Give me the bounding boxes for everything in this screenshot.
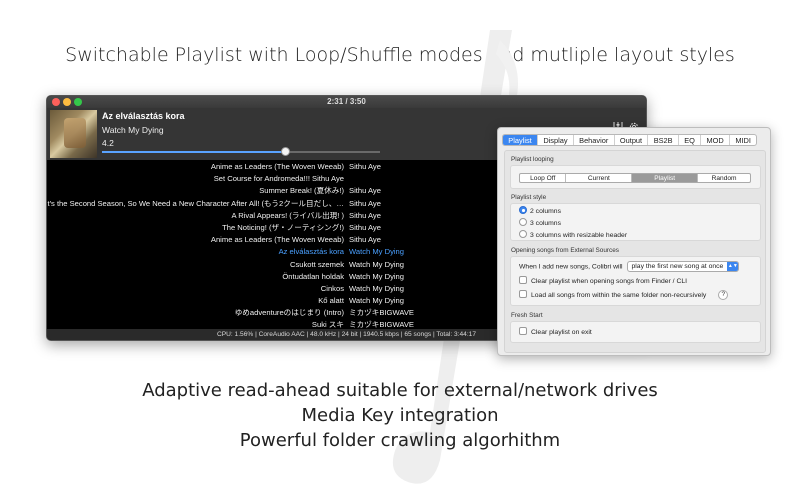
- clear-on-exit-label: Clear playlist on exit: [531, 329, 592, 336]
- help-button[interactable]: ?: [718, 290, 729, 301]
- style-option-label: 3 columns with resizable header: [530, 232, 628, 239]
- progress-knob[interactable]: [281, 147, 291, 156]
- chevron-updown-icon: ▲▼: [727, 262, 739, 271]
- track-title: ゆめadventureのはじまり (Intro): [234, 308, 344, 318]
- track-title: Öntudatlan holdak: [282, 271, 344, 281]
- track-title: Anime as Leaders (The Woven Weeab): [210, 162, 344, 171]
- fresh-section-label: Fresh Start: [511, 312, 543, 319]
- checkbox-icon[interactable]: [519, 327, 527, 336]
- looping-option-playlist[interactable]: Playlist: [631, 174, 698, 182]
- track-title: Set Course for Andromeda!!! Sithu Aye: [213, 174, 344, 184]
- track-artist: Watch My Dying: [349, 247, 404, 257]
- settings-tabs: Playlist Display Behavior Output BS2B EQ MOD MI…: [502, 134, 758, 146]
- style-option-row[interactable]: 3 columns with resizable header: [519, 230, 627, 241]
- clear-playlist-label: Clear playlist when opening songs from F…: [531, 278, 688, 285]
- track-artist: Watch My Dying: [349, 296, 404, 306]
- title-bar: 2:31 / 3:50: [47, 96, 646, 108]
- now-playing-artist: Watch My Dying: [102, 125, 164, 135]
- track-title: Anime as Leaders (The Woven Weeab): [210, 235, 344, 245]
- track-artist: Sithu Aye: [349, 210, 381, 220]
- looping-option-loop-off[interactable]: Loop Off: [520, 174, 565, 182]
- style-section-label: Playlist style: [511, 194, 547, 201]
- track-artist: Sithu Aye: [349, 186, 381, 196]
- track-artist: Sithu Aye: [349, 162, 381, 171]
- tab-behavior[interactable]: Behavior: [572, 135, 614, 145]
- tab-bs2b[interactable]: BS2B: [647, 135, 678, 145]
- tab-display[interactable]: Display: [537, 135, 573, 145]
- tab-midi[interactable]: MIDI: [729, 135, 756, 145]
- track-title: Summer Break! (夏休み!): [259, 186, 344, 196]
- add-songs-label: When I add new songs, Colibri will: [519, 263, 623, 271]
- looping-option-random[interactable]: Random: [697, 174, 750, 182]
- radio-icon[interactable]: [519, 206, 527, 215]
- radio-icon[interactable]: [519, 218, 527, 227]
- external-section-label: Opening songs from External Sources: [511, 247, 619, 254]
- feature-line: Powerful folder crawling algorhithm: [239, 430, 561, 451]
- load-folder-check-row[interactable]: Load all songs from within the same fold…: [519, 290, 729, 301]
- progress-bar[interactable]: [102, 147, 380, 156]
- time-display: 2:31 / 3:50: [327, 97, 366, 106]
- track-title: Csukott szemek: [289, 259, 344, 269]
- track-title: Kő alatt: [318, 296, 344, 306]
- load-folder-label: Load all songs from within the same fold…: [531, 292, 707, 299]
- style-box: 2 columns 3 columns 3 columns with resizab…: [510, 203, 761, 241]
- clear-on-exit-check-row[interactable]: Clear playlist on exit: [519, 327, 592, 338]
- tab-eq[interactable]: EQ: [677, 135, 700, 145]
- feature-line: Adaptive read-ahead suitable for externa…: [142, 380, 658, 401]
- album-artwork: [50, 110, 97, 158]
- checkbox-icon[interactable]: [519, 276, 527, 285]
- feature-list: Adaptive read-ahead suitable for externa…: [0, 378, 800, 453]
- track-artist: ミカヅキBIGWAVE: [349, 308, 414, 318]
- settings-content: Playlist looping Loop Off Current Playlist…: [504, 150, 766, 353]
- tab-mod[interactable]: MOD: [700, 135, 729, 145]
- style-option-row[interactable]: 3 columns: [519, 218, 561, 229]
- add-songs-select-value: play the first new song at once: [631, 263, 724, 270]
- track-artist: Watch My Dying: [349, 259, 404, 269]
- external-box: When I add new songs, Colibri will play t…: [510, 256, 761, 306]
- now-playing-number: 4.2: [102, 138, 114, 148]
- clear-playlist-check-row[interactable]: Clear playlist when opening songs from F…: [519, 276, 687, 287]
- progress-fill: [102, 151, 286, 153]
- tab-playlist[interactable]: Playlist: [503, 135, 538, 145]
- track-title: A Rival Appears! (ライバル出現! ): [231, 210, 344, 220]
- feature-line: Media Key integration: [301, 405, 499, 426]
- looping-option-current[interactable]: Current: [565, 174, 631, 182]
- track-artist: Watch My Dying: [349, 271, 404, 281]
- checkbox-icon[interactable]: [519, 290, 527, 299]
- tab-output[interactable]: Output: [613, 135, 648, 145]
- track-title: It's the Second Season, So We Need a New…: [47, 198, 344, 208]
- style-option-row[interactable]: 2 columns: [519, 206, 561, 217]
- looping-box: Loop Off Current Playlist Random: [510, 165, 761, 189]
- track-artist: Watch My Dying: [349, 283, 404, 293]
- style-option-label: 2 columns: [530, 208, 561, 215]
- track-title: Cinkos: [320, 283, 344, 293]
- now-playing-title: Az elválasztás kora: [102, 111, 185, 121]
- radio-icon[interactable]: [519, 230, 527, 239]
- track-artist: Sithu Aye: [349, 235, 381, 245]
- add-songs-select[interactable]: play the first new song at once ▲▼: [626, 261, 740, 272]
- add-songs-row: When I add new songs, Colibri will play t…: [519, 261, 740, 272]
- track-title: Az elválasztás kora: [278, 247, 344, 257]
- settings-panel: Playlist Display Behavior Output BS2B EQ MOD MI…: [497, 127, 771, 356]
- track-title: The Noticing! (ザ・ノーティシング!): [222, 222, 344, 232]
- track-artist: Sithu Aye: [349, 222, 381, 232]
- looping-segmented-control: Loop Off Current Playlist Random: [519, 173, 751, 183]
- fresh-box: Clear playlist on exit: [510, 321, 761, 343]
- looping-section-label: Playlist looping: [511, 156, 554, 163]
- track-artist: Sithu Aye: [349, 198, 381, 208]
- style-option-label: 3 columns: [530, 220, 561, 227]
